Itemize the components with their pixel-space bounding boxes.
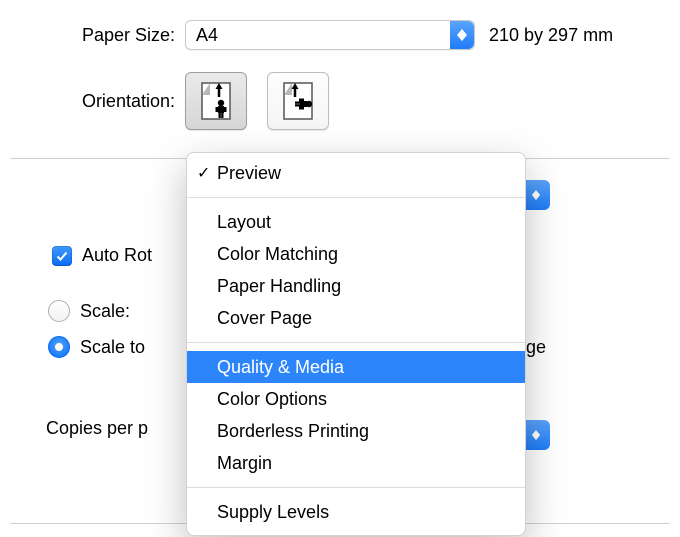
preview-select[interactable] xyxy=(522,180,550,210)
auto-rotate-label: Auto Rot xyxy=(82,245,152,266)
menu-item-layout[interactable]: Layout xyxy=(187,206,525,238)
menu-separator xyxy=(187,342,525,343)
menu-item-margin[interactable]: Margin xyxy=(187,447,525,479)
menu-item-quality-media[interactable]: Quality & Media xyxy=(187,351,525,383)
menu-item-preview[interactable]: ✓ Preview xyxy=(187,157,525,189)
orientation-label: Orientation: xyxy=(0,91,185,112)
menu-item-paper-handling[interactable]: Paper Handling xyxy=(187,270,525,302)
auto-rotate-checkbox[interactable] xyxy=(52,246,72,266)
menu-item-color-matching[interactable]: Color Matching xyxy=(187,238,525,270)
menu-item-borderless[interactable]: Borderless Printing xyxy=(187,415,525,447)
copies-select[interactable] xyxy=(522,420,550,450)
menu-separator xyxy=(187,197,525,198)
copies-label: Copies per p xyxy=(46,418,148,439)
scale-radio[interactable] xyxy=(48,300,70,322)
orientation-portrait-button[interactable] xyxy=(185,72,247,130)
menu-separator xyxy=(187,487,525,488)
scale-to-fit-radio[interactable] xyxy=(48,336,70,358)
orientation-landscape-button[interactable] xyxy=(267,72,329,130)
paper-size-select[interactable]: A4 xyxy=(185,20,475,50)
paper-dimensions: 210 by 297 mm xyxy=(489,25,613,46)
paper-size-value: A4 xyxy=(196,25,218,46)
menu-item-cover-page[interactable]: Cover Page xyxy=(187,302,525,334)
paper-size-label: Paper Size: xyxy=(0,25,185,46)
scale-label: Scale: xyxy=(80,301,130,322)
options-popup-menu: ✓ Preview Layout Color Matching Paper Ha… xyxy=(186,152,526,536)
check-icon: ✓ xyxy=(197,163,210,183)
menu-item-color-options[interactable]: Color Options xyxy=(187,383,525,415)
menu-item-supply-levels[interactable]: Supply Levels xyxy=(187,496,525,528)
scale-to-fit-label: Scale to xyxy=(80,337,145,358)
updown-icon xyxy=(450,21,474,49)
scale-to-fit-suffix: ge xyxy=(526,337,546,358)
